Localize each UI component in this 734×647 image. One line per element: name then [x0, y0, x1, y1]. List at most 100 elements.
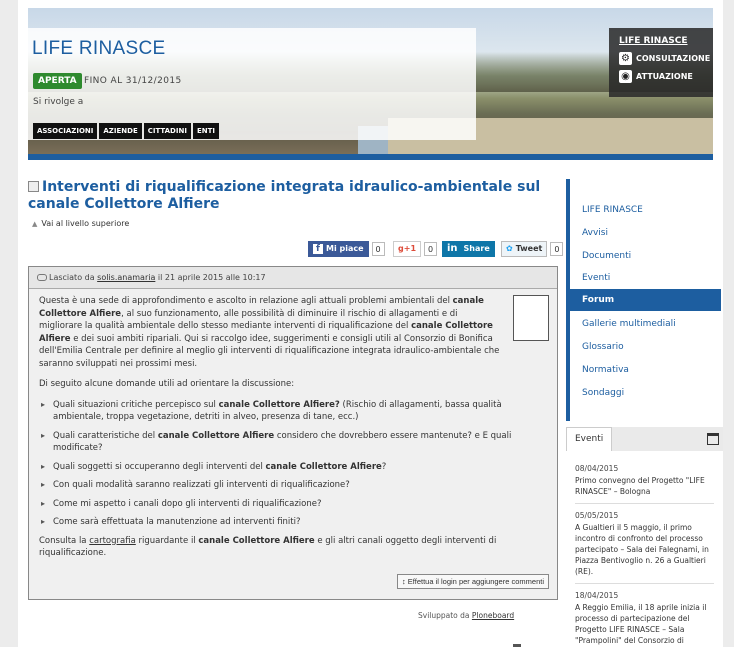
post-header: Lasciato da solis.anamaria il 21 aprile … [29, 267, 557, 289]
sidebar-nav: LIFE RINASCE Avvisi Documenti Eventi For… [566, 179, 721, 421]
sidebar-item-documenti[interactable]: Documenti [570, 245, 721, 267]
gplus-count: 0 [424, 241, 438, 256]
events-list: 08/04/2015 Primo convegno del Progetto "… [566, 451, 723, 647]
tag-enti[interactable]: ENTI [192, 123, 219, 139]
status-badge: APERTA [33, 73, 82, 89]
comment-icon [37, 274, 47, 281]
phase-attuazione-label: ATTUAZIONE [636, 72, 693, 81]
list-item: Quali caratteristiche del canale Collett… [39, 430, 547, 455]
facebook-like[interactable]: f Mi piace [308, 240, 369, 257]
arrow-up-icon: ▲ [32, 220, 38, 228]
facebook-like-button[interactable]: f Mi piace 0 [308, 240, 385, 257]
calendar-icon[interactable] [707, 433, 719, 445]
sidebar-item-eventi[interactable]: Eventi [570, 267, 721, 289]
event-date: 18/04/2015 [575, 591, 619, 600]
facebook-label: Mi piace [326, 244, 364, 253]
events-tab[interactable]: Eventi [566, 427, 613, 451]
phase-consultazione-label: CONSULTAZIONE [636, 54, 711, 63]
linkedin-label: Share [463, 244, 490, 253]
forum-post: Lasciato da solis.anamaria il 21 aprile … [28, 266, 558, 600]
event-link[interactable]: A Reggio Emilia, il 18 aprile inizia il … [575, 602, 714, 647]
parent-level-label: Vai al livello superiore [41, 219, 130, 228]
post-outro: Consulta la cartografia riguardante il c… [39, 535, 547, 560]
header-divider [28, 154, 713, 160]
forum-icon [28, 181, 39, 192]
question-text: ? [381, 461, 387, 472]
tag-aziende[interactable]: AZIENDE [99, 123, 142, 139]
question-text: Con quali modalità saranno realizzati gl… [53, 480, 350, 490]
event-link[interactable]: A Gualtieri il 5 maggio, il primo incont… [575, 522, 714, 584]
outro-text: riguardante il [135, 535, 199, 546]
camera-icon: ◉ [619, 70, 632, 83]
intro-text: Questa è una sede di approfondimento e a… [39, 296, 453, 306]
sidebar-item-forum[interactable]: Forum [570, 289, 721, 311]
post-body: Questa è una sede di approfondimento e a… [29, 289, 557, 574]
linkedin-share-button[interactable]: in Share [442, 240, 495, 257]
gplus-button[interactable]: g+1 0 [393, 240, 438, 257]
login-to-comment-button[interactable]: ↕ Effettua il login per aggiungere comme… [396, 574, 549, 589]
tweet-label: Tweet [515, 244, 543, 253]
facebook-count: 0 [371, 241, 385, 256]
questions-list: Quali situazioni critiche percepisco sul… [39, 399, 547, 529]
question-text: Come mi aspetto i canali dopo gli interv… [53, 498, 322, 509]
author-link[interactable]: solis.anamaria [97, 273, 155, 282]
question-text: Quali soggetti si occuperanno degli inte… [53, 461, 266, 472]
question-text: Quali caratteristiche del [53, 430, 158, 441]
question-emphasis: canale Collettore Alfiere? [218, 399, 340, 410]
phase-title-link[interactable]: LIFE RINASCE [619, 36, 713, 46]
list-item: Come sarà effettuata la manutenzione ad … [39, 516, 547, 529]
event-link[interactable]: Primo convegno del Progetto "LIFE RINASC… [575, 475, 714, 504]
ploneboard-link[interactable]: Ploneboard [472, 611, 514, 620]
posted-prefix: Lasciato da [49, 273, 95, 282]
tweet-count: 0 [550, 241, 564, 256]
page-title-text: Interventi di riqualificazione integrata… [28, 179, 541, 212]
phase-attuazione[interactable]: ◉ ATTUAZIONE [619, 70, 713, 83]
sidebar-item-glossario[interactable]: Glossario [570, 336, 721, 358]
target-tags: ASSOCIAZIONI AZIENDE CITTADINI ENTI [33, 118, 221, 139]
question-text: Come sarà effettuata la manutenzione ad … [53, 517, 301, 527]
question-text: Quali situazioni critiche percepisco sul [53, 399, 219, 410]
phase-box: LIFE RINASCE ⚙ CONSULTAZIONE ◉ ATTUAZION… [609, 28, 713, 97]
tweet-link[interactable]: ✿ Tweet [501, 240, 548, 257]
powered-prefix: Sviluppato da [418, 611, 470, 620]
outro-emphasis: canale Collettore Alfiere [198, 535, 315, 546]
events-portlet: Eventi 08/04/2015 Primo convegno del Pro… [566, 427, 723, 647]
list-item: Quali situazioni critiche percepisco sul… [39, 399, 547, 424]
linkedin-icon: in [447, 243, 458, 254]
page: LIFE RINASCE APERTA FINO AL 31/12/2015 S… [18, 0, 723, 647]
powered-by: Sviluppato da Ploneboard [418, 611, 514, 620]
linkedin-share[interactable]: in Share [442, 240, 495, 257]
event-date: 05/05/2015 [575, 511, 619, 520]
twitter-icon: ✿ [506, 244, 513, 253]
events-header: Eventi [566, 427, 723, 451]
login-label: Effettua il login per aggiungere comment… [407, 577, 544, 586]
sidebar-item-avvisi[interactable]: Avvisi [570, 222, 721, 244]
outro-text: Consulta la [39, 535, 90, 546]
deadline-text: FINO AL 31/12/2015 [84, 76, 182, 86]
tweet-button[interactable]: ✿ Tweet 0 [501, 240, 564, 257]
questions-intro: Di seguito alcune domande utili ad orien… [39, 379, 295, 389]
parent-level-link[interactable]: ▲ Vai al livello superiore [32, 219, 129, 228]
gplus-label: +1 [403, 243, 417, 253]
intro-text: e dei suoi ambiti ripariali. Qui si racc… [39, 333, 500, 369]
question-emphasis: canale Collettore Alfiere [265, 461, 382, 472]
avatar [513, 295, 549, 341]
phase-consultazione[interactable]: ⚙ CONSULTAZIONE [619, 52, 713, 65]
sidebar-item-life-rinasce[interactable]: LIFE RINASCE [570, 199, 721, 221]
sidebar-item-sondaggi[interactable]: Sondaggi [570, 382, 721, 404]
list-item: Quali soggetti si occuperanno degli inte… [39, 461, 547, 474]
tag-associazioni[interactable]: ASSOCIAZIONI [33, 123, 98, 139]
list-item: Come mi aspetto i canali dopo gli interv… [39, 498, 547, 511]
tag-cittadini[interactable]: CITTADINI [143, 123, 191, 139]
cartografia-link[interactable]: cartografia [89, 536, 136, 546]
question-emphasis: canale Collettore Alfiere [157, 430, 275, 441]
target-label: Si rivolge a [33, 97, 84, 107]
site-title[interactable]: LIFE RINASCE [32, 38, 165, 60]
gplus-plusone[interactable]: g+1 [393, 240, 422, 257]
posted-date: il 21 aprile 2015 alle 10:17 [157, 273, 266, 282]
gear-icon: ⚙ [619, 52, 632, 65]
sidebar-item-normativa[interactable]: Normativa [570, 359, 721, 381]
facebook-icon: f [313, 243, 323, 254]
sidebar-item-gallerie[interactable]: Gallerie multimediali [570, 313, 721, 335]
page-title: Interventi di riqualificazione integrata… [28, 179, 548, 213]
